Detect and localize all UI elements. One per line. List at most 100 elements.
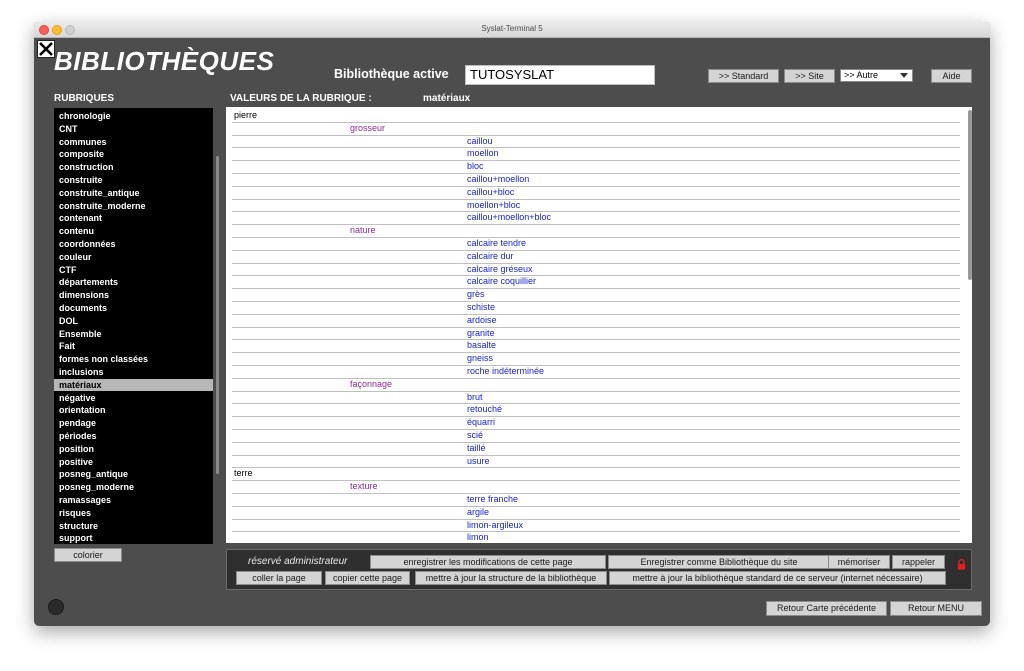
value-row[interactable]: gneiss [232, 352, 960, 366]
value-text: nature [350, 225, 376, 236]
value-row[interactable]: façonnage [232, 378, 960, 392]
rubrique-item[interactable]: DOL [59, 315, 209, 327]
value-row[interactable]: équarri [232, 416, 960, 430]
site-button[interactable]: >> Site [784, 69, 835, 83]
rubrique-item[interactable]: formes non classées [59, 353, 209, 365]
value-row[interactable]: calcaire coquillier [232, 275, 960, 290]
value-row[interactable]: moellon [232, 147, 960, 162]
rubrique-item[interactable]: documents [59, 302, 209, 314]
rubrique-item[interactable]: posneg_antique [59, 468, 209, 480]
value-row[interactable]: calcaire tendre [232, 237, 960, 251]
copy-page-button[interactable]: copier cette page [325, 571, 410, 585]
value-row[interactable]: calcaire gréseux [232, 263, 960, 277]
lock-icon[interactable] [957, 557, 966, 575]
value-text: limon-argileux [467, 519, 524, 530]
values-scrollbar[interactable] [968, 110, 972, 280]
value-row[interactable]: limon [232, 531, 960, 543]
value-row[interactable]: terre franche [232, 493, 960, 507]
value-row[interactable]: texture [232, 480, 960, 494]
values-list[interactable]: pierre grosseur caillou moellon bloc caillou+… [226, 107, 972, 543]
rubrique-item[interactable]: construite [59, 174, 209, 186]
value-row[interactable]: taillé [232, 442, 960, 456]
rubrique-item[interactable]: départements [59, 276, 209, 288]
value-row[interactable]: pierre [232, 109, 960, 123]
rubrique-item[interactable]: coordonnées [59, 238, 209, 250]
value-row[interactable]: retouché [232, 403, 960, 418]
rubrique-item[interactable]: composite [59, 148, 209, 160]
value-text: granite [467, 327, 495, 338]
rubrique-item[interactable]: support [59, 532, 209, 544]
rubrique-item[interactable]: CTF [59, 264, 209, 276]
value-text: taillé [467, 442, 486, 453]
value-row[interactable]: moellon+bloc [232, 199, 960, 213]
rubrique-item[interactable]: communes [59, 136, 209, 148]
memoriser-button[interactable]: mémoriser [828, 555, 890, 569]
paste-page-button[interactable]: coller la page [236, 571, 322, 585]
active-library-field[interactable]: TUTOSYSLAT [465, 65, 655, 85]
rubrique-item[interactable]: positive [59, 456, 209, 468]
value-row[interactable]: grès [232, 288, 960, 302]
value-text: calcaire dur [467, 250, 514, 261]
rubrique-item[interactable]: risques [59, 507, 209, 519]
value-row[interactable]: brut [232, 391, 960, 405]
value-row[interactable]: grosseur [232, 122, 960, 136]
rubrique-item[interactable]: construction [59, 161, 209, 173]
current-rubrique-name: matériaux [423, 93, 471, 104]
rubrique-item[interactable]: périodes [59, 430, 209, 442]
value-row[interactable]: basalte [232, 339, 960, 354]
value-row[interactable]: nature [232, 224, 960, 238]
rubrique-item[interactable]: matériaux [54, 378, 213, 391]
rubrique-item[interactable]: couleur [59, 251, 209, 263]
value-row[interactable]: caillou+bloc [232, 186, 960, 200]
save-page-button[interactable]: enregistrer les modifications de cette p… [370, 555, 606, 569]
update-library-structure-button[interactable]: mettre à jour la structure de la bibliot… [415, 571, 607, 585]
rappeler-button[interactable]: rappeler [892, 555, 945, 569]
rubrique-item[interactable]: CNT [59, 123, 209, 135]
value-row[interactable]: caillou+moellon+bloc [232, 211, 960, 226]
rubriques-heading: RUBRIQUES [54, 93, 115, 104]
rubriques-scrollbar[interactable] [216, 156, 219, 474]
standard-button[interactable]: >> Standard [708, 69, 779, 83]
close-page-button[interactable] [37, 40, 55, 58]
update-standard-library-button[interactable]: mettre à jour la bibliothèque standard d… [609, 571, 946, 585]
rubriques-list[interactable]: chronologie CNT communes composite construct… [54, 108, 213, 544]
value-row[interactable]: caillou+moellon [232, 173, 960, 187]
rubrique-item[interactable]: posneg_moderne [59, 481, 209, 493]
value-row[interactable]: argile [232, 506, 960, 520]
value-text: caillou+bloc [467, 186, 515, 197]
rubrique-item[interactable]: construite_moderne [59, 200, 209, 212]
close-icon [39, 42, 53, 56]
rubrique-item[interactable]: négative [59, 392, 209, 404]
value-row[interactable]: scié [232, 429, 960, 443]
value-row[interactable]: limon-argileux [232, 519, 960, 533]
value-row[interactable]: terre [232, 467, 960, 482]
back-menu-button[interactable]: Retour MENU [890, 601, 982, 616]
value-row[interactable]: schiste [232, 301, 960, 315]
rubrique-item[interactable]: ramassages [59, 494, 209, 506]
colorier-button[interactable]: colorier [54, 548, 122, 562]
value-row[interactable]: ardoise [232, 314, 960, 328]
rubrique-item[interactable]: Fait [59, 340, 209, 352]
rubrique-item[interactable]: construite_antique [59, 187, 209, 199]
value-row[interactable]: usure [232, 455, 960, 469]
rubrique-item[interactable]: position [59, 443, 209, 455]
rubrique-item[interactable]: Ensemble [59, 328, 209, 340]
help-button[interactable]: Aide [931, 69, 972, 83]
rubrique-item[interactable]: pendage [59, 417, 209, 429]
rubrique-item[interactable]: contenant [59, 212, 209, 224]
rubrique-item[interactable]: chronologie [59, 110, 209, 122]
rubrique-item[interactable]: dimensions [59, 289, 209, 301]
rubrique-item[interactable]: contenu [59, 225, 209, 237]
back-previous-card-button[interactable]: Retour Carte précédente [766, 601, 887, 616]
rubrique-item[interactable]: inclusions [59, 366, 209, 378]
rubrique-item[interactable]: orientation [59, 404, 209, 416]
other-library-select[interactable]: >> Autre [840, 69, 913, 82]
value-text: équarri [467, 417, 496, 428]
value-row[interactable]: bloc [232, 160, 960, 174]
save-as-site-library-button[interactable]: Enregistrer comme Bibliothèque du site [608, 555, 830, 569]
value-row[interactable]: caillou [232, 135, 960, 149]
rubrique-item[interactable]: structure [59, 520, 209, 532]
value-row[interactable]: granite [232, 327, 960, 341]
value-row[interactable]: roche indéterminée [232, 365, 960, 379]
value-row[interactable]: calcaire dur [232, 250, 960, 264]
